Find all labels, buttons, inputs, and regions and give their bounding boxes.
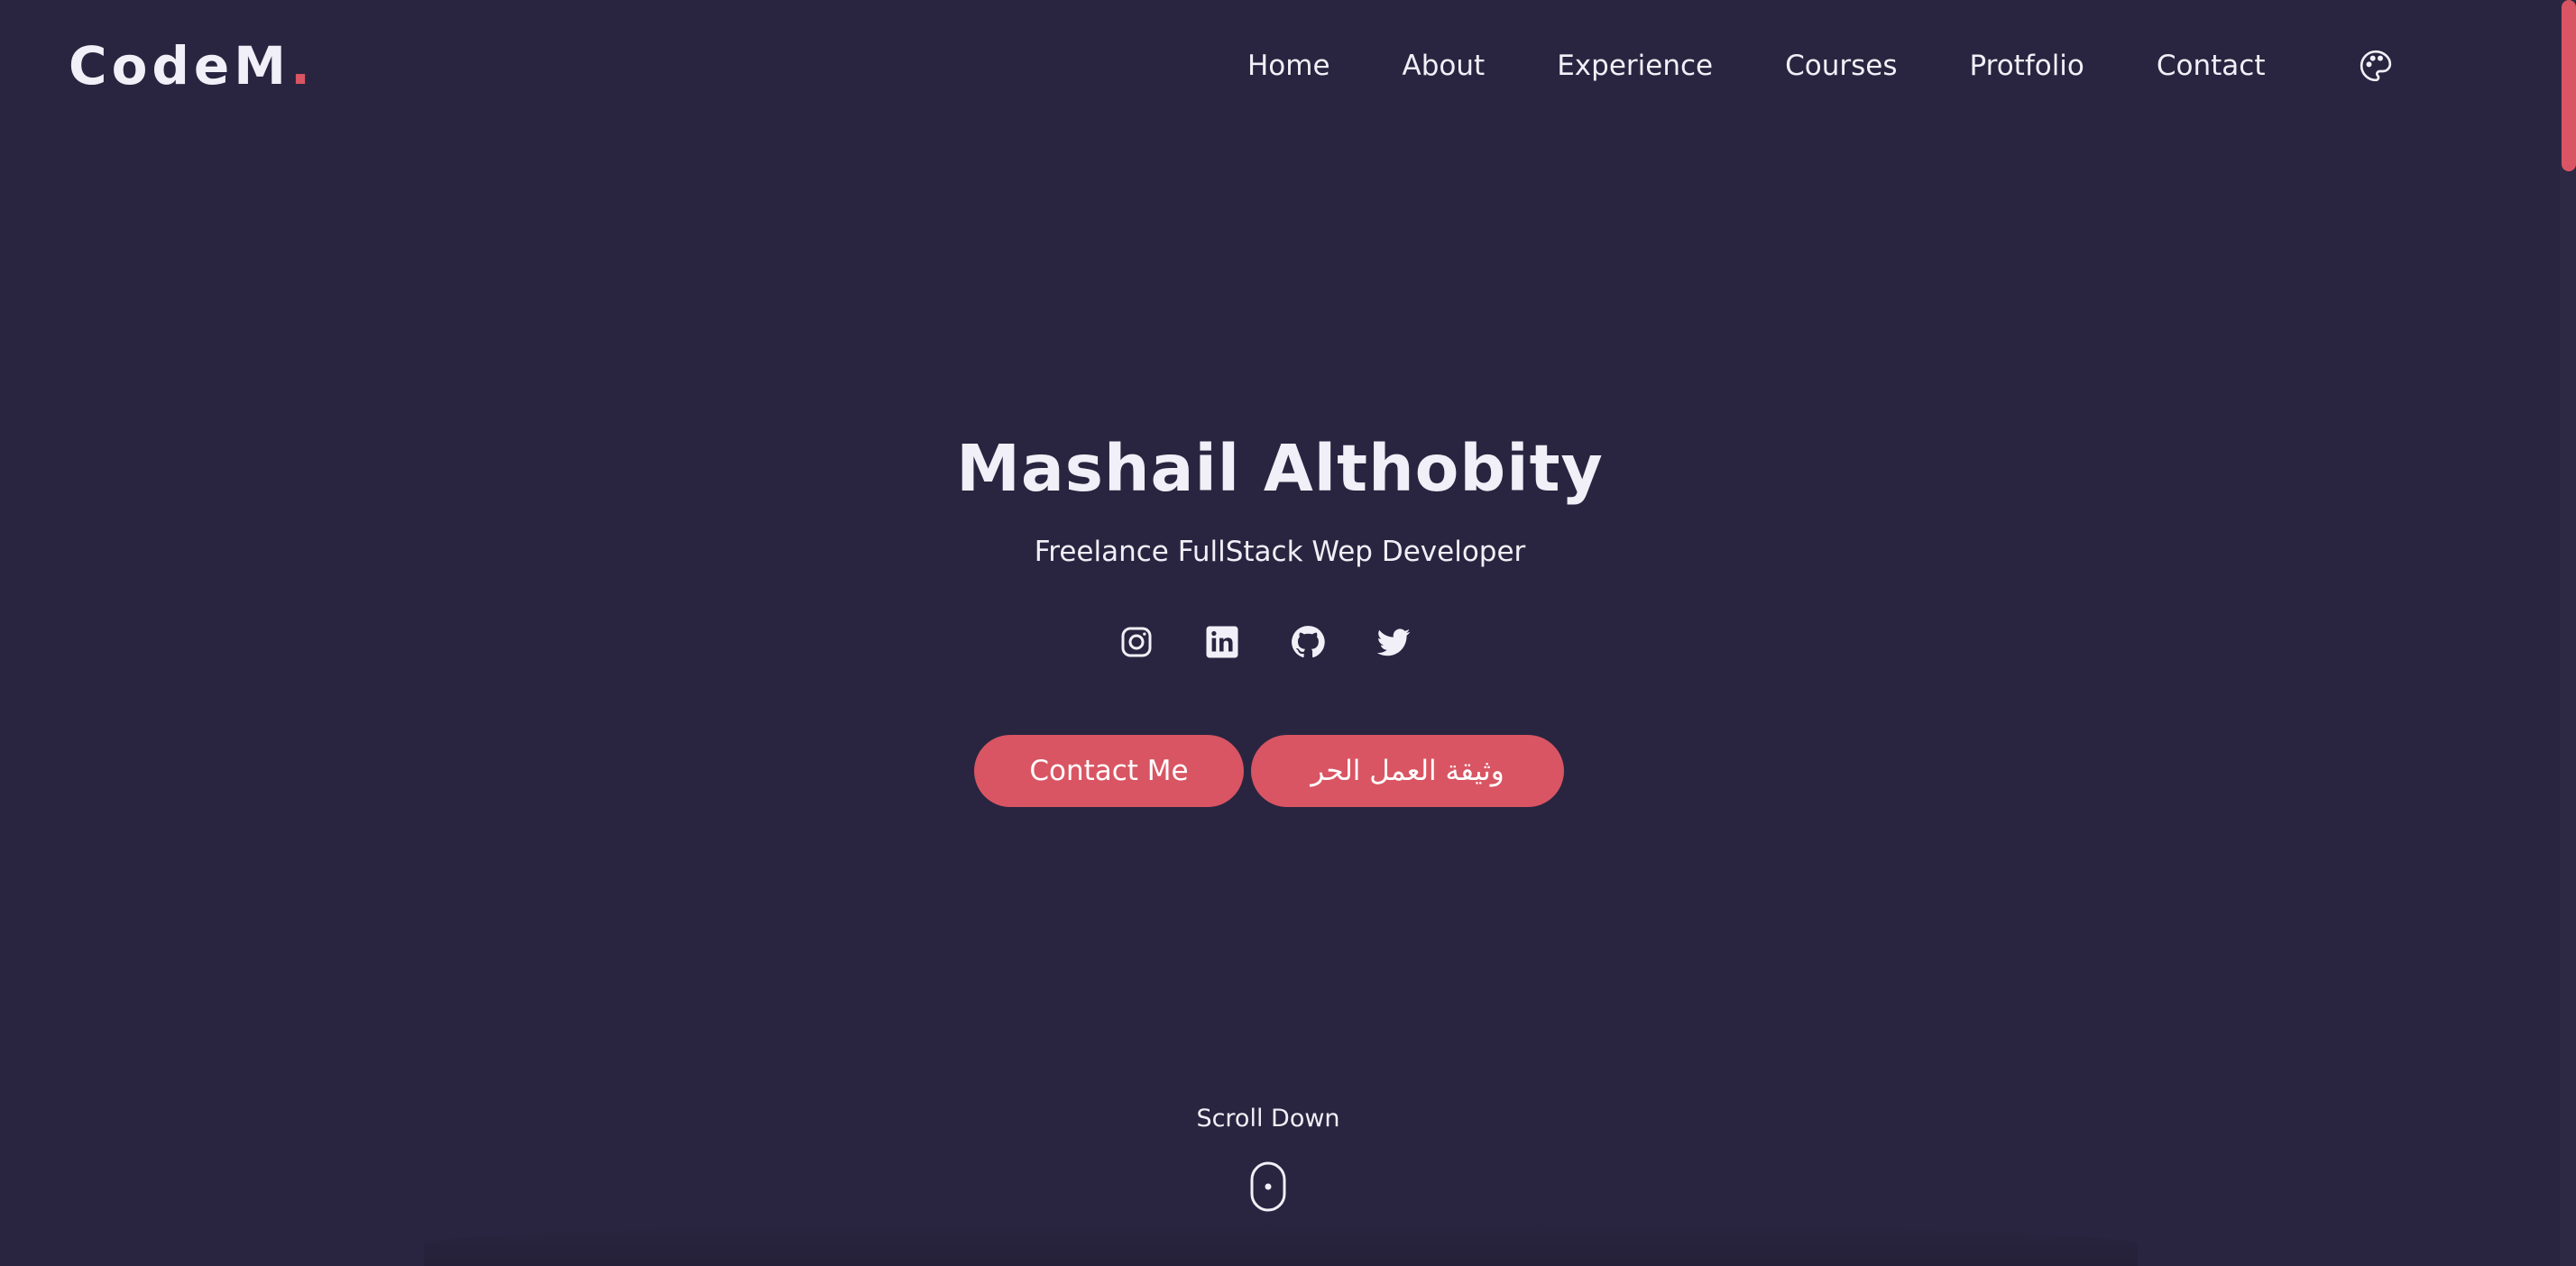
hero-subtitle: Freelance FullStack Wep Developer [1034, 536, 1526, 568]
nav-about[interactable]: About [1403, 45, 1486, 87]
logo-text: CodeM [69, 35, 290, 96]
hero-buttons: Contact Me وثيقة العمل الحر [974, 735, 1564, 807]
linkedin-icon[interactable] [1202, 622, 1242, 662]
hero-section: Mashail Althobity Freelance FullStack We… [0, 424, 2560, 570]
hero-title: Mashail Althobity [956, 431, 1604, 506]
nav-home[interactable]: Home [1247, 45, 1330, 87]
mouse-icon[interactable] [1250, 1161, 1286, 1212]
instagram-icon[interactable] [1117, 622, 1156, 662]
nav-contact[interactable]: Contact [2157, 45, 2266, 87]
logo-dot: . [290, 35, 316, 96]
scroll-down-label[interactable]: Scroll Down [0, 1102, 2536, 1136]
nav-experience[interactable]: Experience [1557, 45, 1713, 87]
page: CodeM. Home About Experience Courses Pro… [0, 0, 2576, 1266]
social-links [1117, 622, 1441, 665]
freelance-document-button[interactable]: وثيقة العمل الحر [1251, 735, 1564, 807]
logo[interactable]: CodeM. [69, 32, 315, 99]
nav-courses[interactable]: Courses [1785, 45, 1897, 87]
scrollbar-thumb[interactable] [2562, 0, 2576, 171]
twitter-icon[interactable] [1374, 622, 1413, 662]
section-divider-shadow [424, 1223, 2138, 1266]
contact-me-button[interactable]: Contact Me [974, 735, 1244, 807]
palette-icon[interactable] [2358, 48, 2394, 84]
scrollbar[interactable] [2560, 0, 2576, 1266]
site-header: CodeM. Home About Experience Courses Pro… [0, 0, 2560, 133]
main-nav: Home About Experience Courses Protfolio … [1247, 45, 2266, 87]
github-icon[interactable] [1288, 622, 1328, 662]
nav-portfolio[interactable]: Protfolio [1969, 45, 2084, 87]
